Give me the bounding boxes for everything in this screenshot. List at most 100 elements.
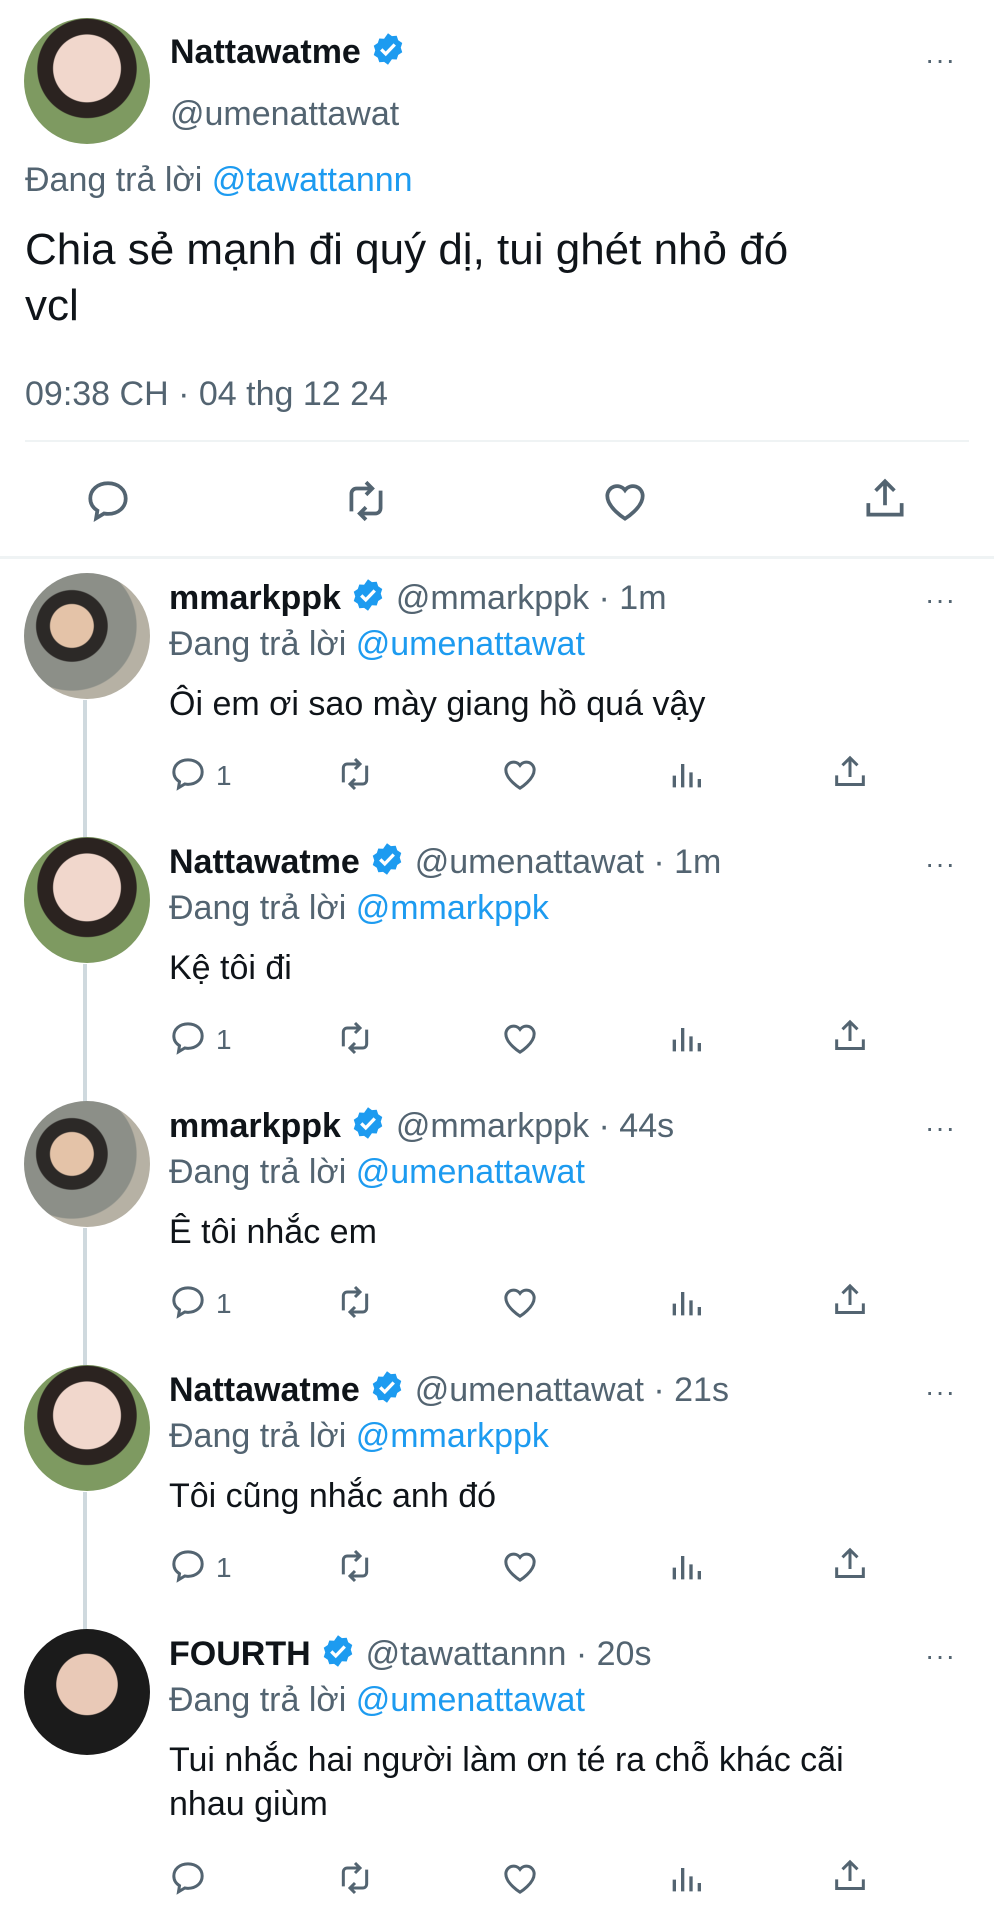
views-icon[interactable] — [666, 754, 706, 794]
retweet-icon[interactable] — [334, 1858, 376, 1898]
verified-badge-icon — [369, 1369, 405, 1416]
like-icon[interactable] — [500, 1858, 540, 1898]
replying-to-mention[interactable]: @umenattawat — [356, 625, 585, 663]
thread-line — [83, 1492, 87, 1632]
share-icon[interactable] — [860, 474, 910, 524]
reply-icon[interactable] — [168, 754, 208, 794]
replying-label: Đang trả lời — [169, 1681, 347, 1719]
avatar[interactable] — [24, 1365, 150, 1491]
replying-to-mention[interactable]: @tawattannn — [212, 161, 413, 199]
retweet-icon[interactable] — [334, 1546, 376, 1586]
reply-text: Ôi em ơi sao mày giang hồ quá vậy — [169, 685, 706, 723]
author-handle[interactable]: @umenattawat — [170, 92, 399, 136]
author-name[interactable]: Nattawatme — [169, 843, 360, 881]
tweet-timestamp[interactable]: 09:38 CH · 04 thg 12 24 — [25, 372, 388, 416]
author-name[interactable]: Nattawatme — [169, 1371, 360, 1409]
views-icon[interactable] — [666, 1018, 706, 1058]
author-handle-time[interactable]: @umenattawat · 1m — [415, 843, 722, 881]
retweet-icon[interactable] — [334, 1018, 376, 1058]
reply-count: 1 — [216, 1552, 232, 1583]
replying-label: Đang trả lời — [169, 1153, 347, 1191]
more-options-icon[interactable]: ··· — [925, 1378, 956, 1406]
more-options-icon[interactable]: ··· — [925, 1642, 956, 1670]
reply-icon[interactable] — [168, 1018, 208, 1058]
share-icon[interactable] — [830, 752, 870, 792]
section-divider — [0, 556, 994, 559]
reply-icon[interactable] — [83, 476, 133, 526]
more-options-icon[interactable]: ··· — [925, 586, 956, 614]
reply-icon[interactable] — [168, 1858, 208, 1898]
replying-to-line: Đang trả lời @umenattawat — [169, 622, 585, 666]
reply-header: mmarkppk @mmarkppk · 44s — [169, 1104, 674, 1152]
replying-to-line: Đang trả lời @mmarkppk — [169, 886, 549, 930]
replying-to-mention[interactable]: @umenattawat — [356, 1153, 585, 1191]
replying-to-mention[interactable]: @umenattawat — [356, 1681, 585, 1719]
like-icon[interactable] — [500, 1018, 540, 1058]
author-name[interactable]: mmarkppk — [169, 1107, 341, 1145]
tweet-text-line2: vcl — [25, 281, 79, 330]
author-name[interactable]: Nattawatme — [170, 33, 361, 71]
retweet-icon[interactable] — [334, 754, 376, 794]
replying-label: Đang trả lời — [169, 1417, 347, 1455]
replying-label: Đang trả lời — [169, 889, 347, 927]
replying-to-line: Đang trả lời @umenattawat — [169, 1150, 585, 1194]
share-icon[interactable] — [830, 1016, 870, 1056]
tweet-text-line1: Chia sẻ mạnh đi quý dị, tui ghét nhỏ đó — [25, 225, 789, 274]
avatar[interactable] — [24, 18, 150, 144]
author-handle-time[interactable]: @mmarkppk · 44s — [396, 1107, 674, 1145]
share-icon[interactable] — [830, 1856, 870, 1896]
reply-icon[interactable] — [168, 1282, 208, 1322]
more-options-icon[interactable]: ··· — [925, 46, 956, 74]
replying-to-mention[interactable]: @mmarkppk — [356, 889, 549, 927]
reply-text: Kệ tôi đi — [169, 949, 292, 987]
thread-line — [83, 1228, 87, 1368]
thread-line — [83, 964, 87, 1104]
reply-header: Nattawatme @umenattawat · 21s — [169, 1368, 729, 1416]
author-name-row: Nattawatme — [170, 30, 406, 78]
author-handle-time[interactable]: @mmarkppk · 1m — [396, 579, 667, 617]
author-name[interactable]: FOURTH — [169, 1635, 311, 1673]
verified-badge-icon — [320, 1633, 356, 1680]
retweet-icon[interactable] — [340, 476, 392, 526]
reply-text: Tui nhắc hai người làm ơn té ra chỗ khác… — [169, 1738, 844, 1826]
reply-text: Tôi cũng nhắc anh đó — [169, 1477, 497, 1515]
verified-badge-icon — [369, 841, 405, 888]
share-icon[interactable] — [830, 1544, 870, 1584]
reply-count: 1 — [216, 1288, 232, 1319]
author-name[interactable]: mmarkppk — [169, 579, 341, 617]
verified-badge-icon — [350, 1105, 386, 1152]
reply-count: 1 — [216, 1024, 232, 1055]
replying-to-line: Đang trả lời @tawattannn — [25, 158, 413, 202]
replying-to-mention[interactable]: @mmarkppk — [356, 1417, 549, 1455]
reply-text: Ê tôi nhắc em — [169, 1213, 377, 1251]
views-icon[interactable] — [666, 1282, 706, 1322]
reply-header: Nattawatme @umenattawat · 1m — [169, 840, 721, 888]
reply-count: 1 — [216, 760, 232, 791]
like-icon[interactable] — [600, 476, 650, 526]
author-handle-time[interactable]: @umenattawat · 21s — [415, 1371, 729, 1409]
replying-to-line: Đang trả lời @umenattawat — [169, 1678, 585, 1722]
avatar[interactable] — [24, 1101, 150, 1227]
verified-badge-icon — [350, 577, 386, 624]
avatar[interactable] — [24, 1629, 150, 1755]
replying-label: Đang trả lời — [25, 161, 203, 199]
retweet-icon[interactable] — [334, 1282, 376, 1322]
author-handle-time[interactable]: @tawattannn · 20s — [366, 1635, 652, 1673]
more-options-icon[interactable]: ··· — [925, 850, 956, 878]
share-icon[interactable] — [830, 1280, 870, 1320]
thread-line — [83, 700, 87, 840]
views-icon[interactable] — [666, 1546, 706, 1586]
like-icon[interactable] — [500, 1282, 540, 1322]
like-icon[interactable] — [500, 754, 540, 794]
reply-icon[interactable] — [168, 1546, 208, 1586]
more-options-icon[interactable]: ··· — [925, 1114, 956, 1142]
reply-text-line2: nhau giùm — [169, 1785, 328, 1823]
avatar[interactable] — [24, 573, 150, 699]
reply-header: FOURTH @tawattannn · 20s — [169, 1632, 651, 1680]
avatar[interactable] — [24, 837, 150, 963]
like-icon[interactable] — [500, 1546, 540, 1586]
divider — [25, 440, 969, 442]
replying-to-line: Đang trả lời @mmarkppk — [169, 1414, 549, 1458]
tweet-text: Chia sẻ mạnh đi quý dị, tui ghét nhỏ đó … — [25, 222, 788, 334]
views-icon[interactable] — [666, 1858, 706, 1898]
